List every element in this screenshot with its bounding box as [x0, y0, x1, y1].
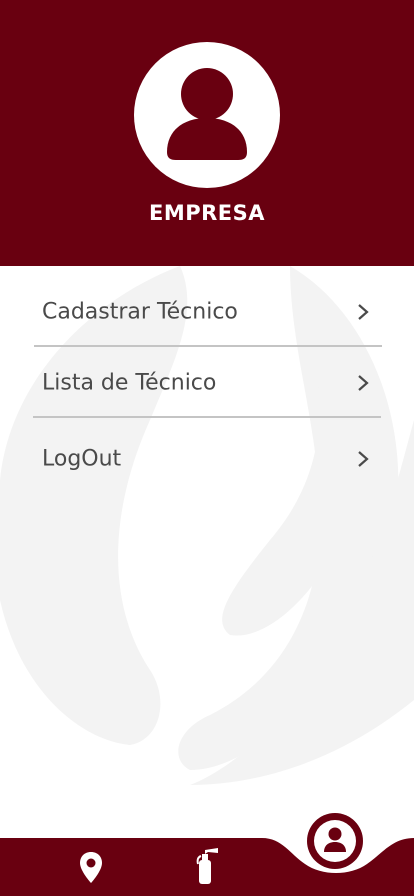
avatar: [134, 42, 280, 188]
user-profile-icon: [307, 813, 363, 869]
divider: [34, 345, 382, 347]
company-name: EMPRESA: [148, 201, 266, 225]
menu-item-logout[interactable]: LogOut: [34, 429, 382, 489]
menu-item-label: Lista de Técnico: [42, 370, 217, 396]
user-avatar-icon: [167, 68, 247, 160]
divider: [33, 416, 381, 418]
menu-item-lista-de-tecnico[interactable]: Lista de Técnico: [34, 353, 382, 413]
chevron-right-icon: [358, 451, 369, 467]
chevron-right-icon: [358, 375, 369, 391]
menu-item-label: LogOut: [42, 446, 122, 472]
location-pin-icon: [80, 852, 102, 883]
tab-fire-extinguisher[interactable]: [192, 846, 224, 886]
tab-profile[interactable]: [306, 812, 364, 870]
bottom-tab-bar: [0, 813, 414, 896]
tab-location[interactable]: [76, 850, 106, 886]
profile-header: EMPRESA: [0, 0, 414, 266]
fire-extinguisher-icon: [196, 848, 218, 884]
chevron-right-icon: [358, 304, 369, 320]
menu-item-cadastrar-tecnico[interactable]: Cadastrar Técnico: [34, 282, 382, 342]
menu-item-label: Cadastrar Técnico: [42, 299, 238, 325]
